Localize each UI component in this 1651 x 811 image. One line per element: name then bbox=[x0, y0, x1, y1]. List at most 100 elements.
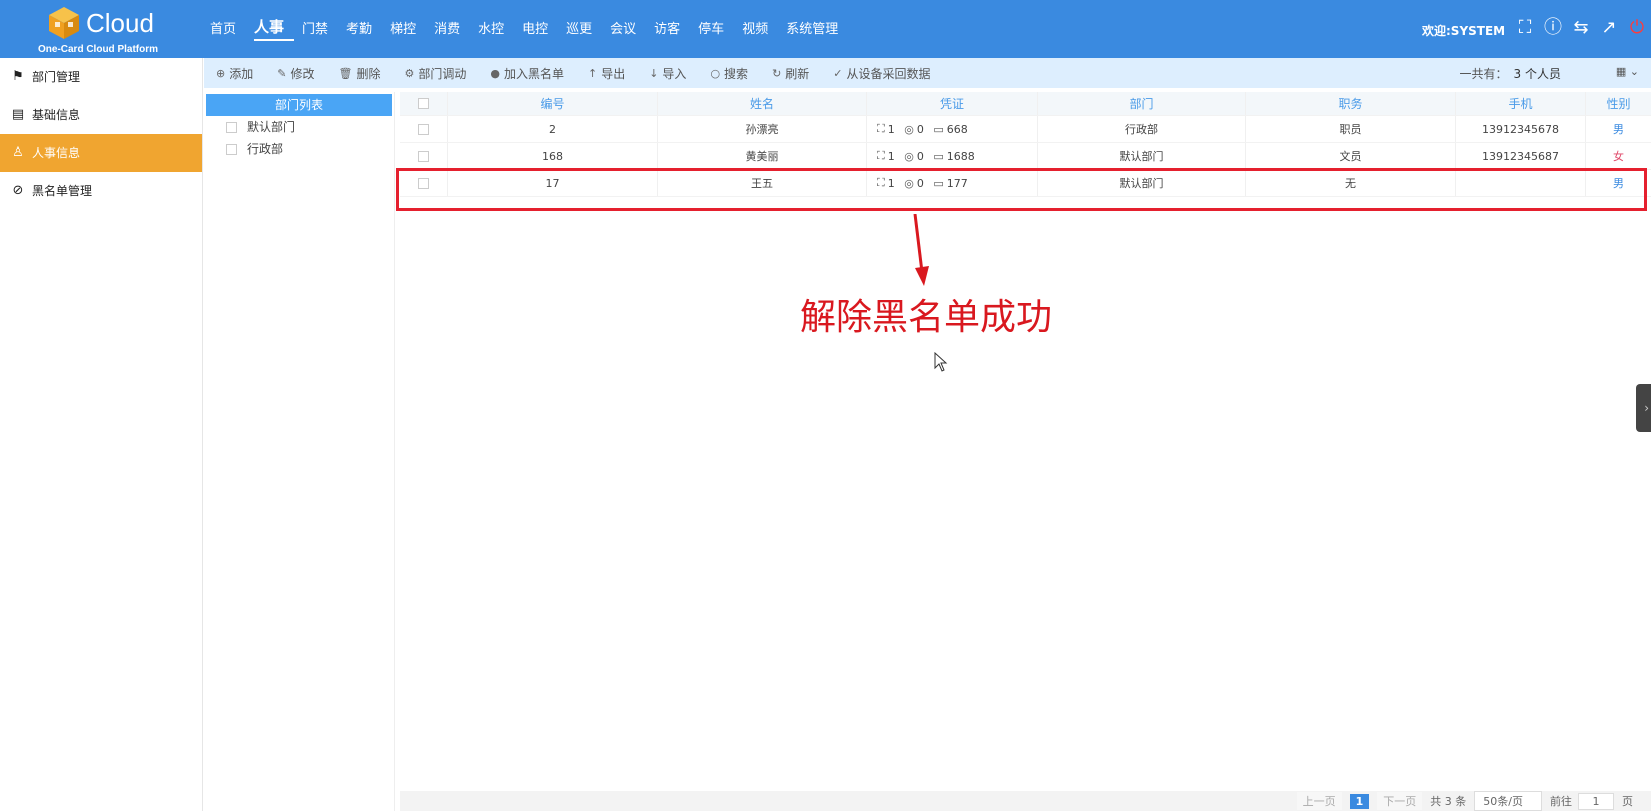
department-checkbox[interactable] bbox=[226, 121, 237, 133]
table-row[interactable]: 168 黄美丽 ⛶ 1 ◎ 0 ▭ 1688 默认部门 文员 13912345687 女 bbox=[400, 143, 1651, 170]
toolbar-button[interactable]: 🗑 删除 bbox=[338, 65, 380, 82]
sidebar-item-basic-info[interactable]: ▤ 基础信息 bbox=[0, 96, 202, 134]
toolbar-button[interactable]: ✓ 从设备采回数据 bbox=[833, 65, 930, 82]
toolbar-button[interactable]: ⊕ 添加 bbox=[216, 65, 253, 82]
total-value: 3 个人员 bbox=[1513, 67, 1561, 81]
face-icon: ⛶ bbox=[877, 149, 885, 162]
toolbar-button-icon: ⊕ bbox=[216, 66, 226, 80]
nav-item[interactable]: 电控 bbox=[522, 18, 558, 41]
header-name[interactable]: 姓名 bbox=[658, 92, 867, 115]
nav-item[interactable]: 消费 bbox=[434, 18, 470, 41]
page-suffix: 页 bbox=[1622, 795, 1633, 808]
collapse-tab[interactable]: › bbox=[1636, 384, 1651, 432]
cell-gender: 男 bbox=[1613, 123, 1624, 136]
nav-item[interactable]: 考勤 bbox=[346, 18, 382, 41]
welcome-text: 欢迎:SYSTEM bbox=[1422, 24, 1506, 38]
header-id[interactable]: 编号 bbox=[448, 92, 658, 115]
table-header: 编号 姓名 凭证 部门 职务 手机 性别 bbox=[400, 92, 1651, 116]
department-list-title: 部门列表 bbox=[206, 94, 392, 116]
cube-logo-icon bbox=[49, 7, 79, 39]
header-title[interactable]: 职务 bbox=[1246, 92, 1456, 115]
nav-item[interactable]: 会议 bbox=[610, 18, 646, 41]
grid-view-icon[interactable]: ▦ ⌄ bbox=[1616, 65, 1639, 78]
power-icon[interactable]: ⏻ bbox=[1626, 17, 1648, 39]
goto-page-input[interactable]: 1 bbox=[1578, 792, 1614, 810]
header-department[interactable]: 部门 bbox=[1038, 92, 1246, 115]
department-item[interactable]: 默认部门 bbox=[204, 116, 394, 138]
brand-subtitle: One-Card Cloud Platform bbox=[38, 44, 159, 55]
card-number: 668 bbox=[946, 122, 968, 136]
department-label: 行政部 bbox=[247, 142, 284, 156]
language-icon[interactable]: ⇆ bbox=[1570, 17, 1592, 39]
person-icon: ♙ bbox=[12, 145, 24, 160]
toolbar-button-icon: ● bbox=[490, 66, 500, 80]
pagination: 上一页 1 下一页 共 3 条 50条/页 前往 1 页 bbox=[400, 791, 1651, 811]
nav-item[interactable]: 人事 bbox=[254, 16, 295, 41]
toolbar-button-label: 添加 bbox=[229, 66, 254, 81]
logo[interactable]: Cloud One-Card Cloud Platform bbox=[38, 4, 168, 56]
cell-credential: ⛶ 1 ◎ 0 ▭ 1688 bbox=[867, 143, 1038, 169]
cell-department: 默认部门 bbox=[1038, 143, 1246, 169]
department-checkbox[interactable] bbox=[226, 143, 237, 155]
finger-count: 0 bbox=[916, 149, 924, 163]
nav-item[interactable]: 梯控 bbox=[390, 18, 426, 41]
department-item[interactable]: 行政部 bbox=[204, 138, 394, 160]
toolbar-button-icon: ↻ bbox=[772, 66, 782, 80]
department-panel: 部门列表 默认部门 行政部 bbox=[204, 92, 395, 811]
cell-name: 黄美丽 bbox=[658, 143, 867, 169]
row-checkbox[interactable] bbox=[418, 150, 429, 162]
select-all-checkbox[interactable] bbox=[418, 98, 429, 109]
nav-item[interactable]: 巡更 bbox=[566, 18, 602, 41]
current-page-button[interactable]: 1 bbox=[1349, 793, 1370, 809]
header-gender[interactable]: 性别 bbox=[1586, 92, 1651, 115]
sidebar-item-blacklist[interactable]: ⊘ 黑名单管理 bbox=[0, 172, 202, 210]
toolbar-button-label: 刷新 bbox=[785, 66, 810, 81]
toolbar-button[interactable]: ● 加入黑名单 bbox=[490, 65, 564, 82]
header-credential[interactable]: 凭证 bbox=[867, 92, 1038, 115]
nav-item[interactable]: 门禁 bbox=[302, 18, 338, 41]
toolbar-button[interactable]: ⚙ 部门调动 bbox=[404, 65, 466, 82]
sidebar-item-dept-management[interactable]: ⚑ 部门管理 bbox=[0, 58, 202, 96]
nav-item[interactable]: 水控 bbox=[478, 18, 514, 41]
next-page-button[interactable]: 下一页 bbox=[1377, 792, 1423, 810]
sidebar-item-personnel-info[interactable]: ♙ 人事信息 bbox=[0, 134, 202, 172]
highlight-box bbox=[396, 168, 1647, 211]
top-bar: Cloud One-Card Cloud Platform 首页 人事 门禁 考勤 梯控… bbox=[0, 0, 1651, 58]
toolbar-button-label: 搜索 bbox=[724, 66, 749, 81]
help-icon[interactable]: ⓘ bbox=[1542, 17, 1564, 39]
cell-title: 文员 bbox=[1246, 143, 1456, 169]
toolbar-button-icon: ✎ bbox=[277, 66, 287, 80]
toolbar-button-label: 部门调动 bbox=[418, 66, 467, 81]
nav-item[interactable]: 视频 bbox=[742, 18, 778, 41]
external-link-icon[interactable]: ↗ bbox=[1598, 17, 1620, 39]
face-icon: ⛶ bbox=[877, 122, 885, 135]
fullscreen-icon[interactable]: ⛶ bbox=[1514, 17, 1536, 39]
toolbar-button-icon: ⚙ bbox=[404, 66, 415, 80]
header-phone[interactable]: 手机 bbox=[1456, 92, 1586, 115]
document-icon: ▤ bbox=[11, 107, 25, 122]
top-icons: ⛶ ⓘ ⇆ ↗ ⏻ bbox=[1514, 17, 1648, 39]
nav-item[interactable]: 停车 bbox=[698, 18, 734, 41]
toolbar-button[interactable]: ✎ 修改 bbox=[277, 65, 314, 82]
toolbar-button[interactable]: ○ 搜索 bbox=[710, 65, 748, 82]
toolbar-button-label: 导出 bbox=[601, 66, 626, 81]
page-size-select[interactable]: 50条/页 bbox=[1474, 791, 1542, 811]
face-count: 1 bbox=[887, 149, 895, 163]
toolbar-button[interactable]: ↻ 刷新 bbox=[772, 65, 809, 82]
toolbar-button-icon: ○ bbox=[710, 66, 721, 80]
mouse-cursor-icon bbox=[934, 352, 948, 372]
prev-page-button[interactable]: 上一页 bbox=[1296, 792, 1342, 810]
row-checkbox[interactable] bbox=[418, 123, 429, 135]
nav-item[interactable]: 访客 bbox=[654, 18, 690, 41]
nav-item[interactable]: 系统管理 bbox=[786, 18, 848, 41]
row-select-cell bbox=[400, 116, 448, 142]
toolbar-button[interactable]: ↑ 导出 bbox=[588, 65, 625, 82]
toolbar-button-label: 修改 bbox=[290, 66, 315, 81]
department-label: 默认部门 bbox=[247, 120, 296, 134]
toolbar-button-icon: ↑ bbox=[587, 66, 598, 80]
sidebar-item-label: 人事信息 bbox=[32, 146, 81, 160]
row-select-cell bbox=[400, 143, 448, 169]
table-row[interactable]: 2 孙漂亮 ⛶ 1 ◎ 0 ▭ 668 行政部 职员 13912345678 男 bbox=[400, 116, 1651, 143]
toolbar-button[interactable]: ↓ 导入 bbox=[649, 65, 686, 82]
nav-item[interactable]: 首页 bbox=[210, 18, 246, 41]
